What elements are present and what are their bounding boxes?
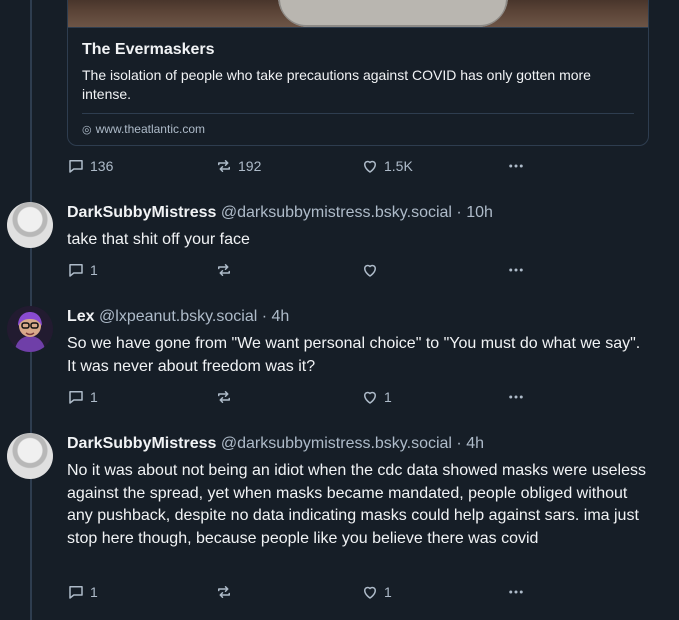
- link-preview-image: [68, 0, 648, 28]
- reply-bubble-icon: [69, 264, 83, 277]
- more-button[interactable]: [507, 156, 525, 176]
- repost-button[interactable]: 192: [215, 156, 261, 176]
- repost-icon: [218, 391, 230, 403]
- author-line: DarkSubbyMistress @darksubbymistress.bsk…: [67, 204, 493, 222]
- like-button[interactable]: 1: [361, 582, 392, 602]
- heart-icon: [364, 586, 376, 599]
- post-time[interactable]: · 10h: [456, 204, 492, 221]
- like-count: 1: [384, 584, 392, 600]
- avatar-illustration: [7, 306, 53, 352]
- author-line: Lex @lxpeanut.bsky.social · 4h: [67, 308, 289, 326]
- post-time[interactable]: · 4h: [262, 308, 290, 325]
- post-actions: 1: [67, 260, 527, 280]
- post-actions: 1 1: [67, 582, 527, 602]
- main-post-actions: 136 192 1.5K: [67, 156, 527, 176]
- repost-button[interactable]: [215, 387, 233, 407]
- avatar[interactable]: [7, 202, 53, 248]
- repost-button[interactable]: [215, 260, 233, 280]
- reply-button[interactable]: 1: [67, 260, 98, 280]
- author-handle[interactable]: @darksubbymistress.bsky.social: [221, 435, 452, 452]
- more-button[interactable]: [507, 387, 525, 407]
- reply-bubble-icon: [69, 391, 83, 404]
- card-divider: [82, 113, 634, 114]
- post-text: No it was about not being an idiot when …: [67, 462, 646, 547]
- reply-count: 1: [90, 389, 98, 405]
- more-button[interactable]: [507, 260, 525, 280]
- reply-bubble-icon: [69, 160, 83, 173]
- reply-button[interactable]: 1: [67, 582, 98, 602]
- author-name[interactable]: DarkSubbyMistress: [67, 204, 216, 221]
- reply-button[interactable]: 136: [67, 156, 113, 176]
- like-count: 1: [384, 389, 392, 405]
- link-url[interactable]: ◎ www.theatlantic.com: [82, 122, 634, 136]
- repost-icon: [218, 264, 230, 276]
- link-preview-card[interactable]: The Evermaskers The isolation of people …: [67, 0, 649, 146]
- like-button[interactable]: [361, 260, 379, 280]
- repost-count: 192: [238, 158, 262, 174]
- author-line: DarkSubbyMistress @darksubbymistress.bsk…: [67, 435, 484, 453]
- globe-icon: ◎: [82, 123, 92, 136]
- heart-icon: [364, 160, 376, 173]
- author-name[interactable]: DarkSubbyMistress: [67, 435, 216, 452]
- heart-icon: [364, 264, 376, 277]
- reply-count: 1: [90, 262, 98, 278]
- more-button[interactable]: [507, 582, 525, 602]
- reply-button[interactable]: 1: [67, 387, 98, 407]
- post-time[interactable]: · 4h: [456, 435, 484, 452]
- repost-button[interactable]: [215, 582, 233, 602]
- reply-count: 1: [90, 584, 98, 600]
- author-handle[interactable]: @lxpeanut.bsky.social: [99, 308, 257, 325]
- like-button[interactable]: 1.5K: [361, 156, 413, 176]
- post-text: So we have gone from "We want personal c…: [67, 335, 641, 375]
- avatar[interactable]: [7, 433, 53, 479]
- more-icon: [509, 268, 523, 272]
- like-count: 1.5K: [384, 158, 413, 174]
- link-title: The Evermaskers: [82, 41, 215, 58]
- avatar[interactable]: [7, 306, 53, 352]
- more-icon: [509, 164, 523, 168]
- reply-bubble-icon: [69, 586, 83, 599]
- post-actions: 1 1: [67, 387, 527, 407]
- more-icon: [509, 395, 523, 399]
- like-button[interactable]: 1: [361, 387, 392, 407]
- heart-icon: [364, 391, 376, 404]
- repost-icon: [218, 160, 230, 172]
- reply-count: 136: [90, 158, 114, 174]
- author-name[interactable]: Lex: [67, 308, 95, 325]
- post-text: take that shit off your face: [67, 231, 250, 248]
- more-icon: [509, 590, 523, 594]
- author-handle[interactable]: @darksubbymistress.bsky.social: [221, 204, 452, 221]
- link-url-text: www.theatlantic.com: [95, 122, 205, 136]
- repost-icon: [218, 586, 230, 598]
- link-description: The isolation of people who take precaut…: [82, 67, 591, 102]
